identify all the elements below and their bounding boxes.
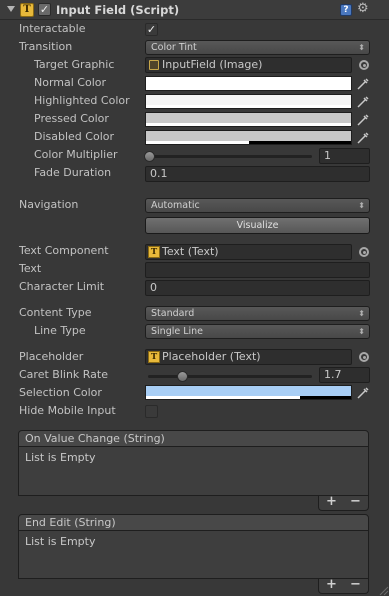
hide-mobile-input-label: Hide Mobile Input bbox=[19, 404, 116, 417]
interactable-checkbox[interactable]: ✓ bbox=[145, 23, 158, 36]
caret-blink-rate-slider-track[interactable] bbox=[148, 375, 312, 378]
alpha-bar bbox=[146, 87, 351, 90]
text-component-value: Text (Text) bbox=[162, 245, 219, 258]
navigation-dropdown[interactable]: Automatic ⬍ bbox=[145, 198, 370, 213]
character-limit-label: Character Limit bbox=[19, 280, 105, 293]
visualize-button[interactable]: Visualize bbox=[145, 217, 370, 234]
selection-color-label: Selection Color bbox=[19, 386, 102, 399]
dropdown-arrows-icon: ⬍ bbox=[358, 309, 365, 318]
fade-duration-label: Fade Duration bbox=[34, 166, 112, 179]
alpha-bar bbox=[146, 105, 351, 108]
script-icon: T bbox=[20, 3, 34, 17]
text-component-icon: T bbox=[148, 351, 160, 363]
dropdown-arrows-icon: ⬍ bbox=[358, 43, 365, 52]
character-limit-input[interactable]: 0 bbox=[145, 280, 370, 296]
eyedropper-icon[interactable] bbox=[356, 386, 370, 400]
transition-label: Transition bbox=[19, 40, 73, 53]
placeholder-value: Placeholder (Text) bbox=[162, 350, 261, 363]
end-edit-event-footer: + − bbox=[318, 577, 369, 594]
caret-blink-rate-label: Caret Blink Rate bbox=[19, 368, 108, 381]
text-input[interactable] bbox=[145, 262, 370, 278]
normal-color-field[interactable] bbox=[145, 76, 352, 91]
content-type-label: Content Type bbox=[19, 306, 92, 319]
color-multiplier-slider-thumb[interactable] bbox=[144, 151, 155, 162]
disabled-color-label: Disabled Color bbox=[34, 130, 115, 143]
alpha-bar bbox=[146, 396, 300, 399]
disabled-color-field[interactable] bbox=[145, 130, 352, 145]
foldout-triangle-icon[interactable] bbox=[7, 6, 15, 12]
object-picker-icon[interactable] bbox=[359, 247, 369, 257]
end-edit-event-list: List is Empty bbox=[18, 531, 369, 579]
component-header: T ✓ Input Field (Script) ? ⚙ bbox=[0, 0, 389, 20]
text-component-field[interactable]: T Text (Text) bbox=[145, 244, 352, 260]
on-value-change-event-list: List is Empty bbox=[18, 447, 369, 496]
pressed-color-field[interactable] bbox=[145, 112, 352, 127]
remove-listener-button[interactable]: − bbox=[350, 577, 361, 592]
content-type-value: Standard bbox=[151, 308, 195, 319]
content-type-dropdown[interactable]: Standard ⬍ bbox=[145, 306, 370, 321]
dropdown-arrows-icon: ⬍ bbox=[358, 327, 365, 336]
text-label: Text bbox=[19, 262, 42, 275]
text-component-label: Text Component bbox=[19, 244, 109, 257]
color-multiplier-input[interactable]: 1 bbox=[319, 148, 370, 164]
color-multiplier-slider-track[interactable] bbox=[148, 155, 312, 158]
pressed-color-label: Pressed Color bbox=[34, 112, 109, 125]
on-value-change-event-footer: + − bbox=[318, 494, 369, 511]
component-title: Input Field (Script) bbox=[56, 3, 180, 17]
alpha-bar bbox=[146, 123, 351, 126]
line-type-label: Line Type bbox=[34, 324, 86, 337]
gear-icon[interactable]: ⚙ bbox=[357, 2, 369, 16]
highlighted-color-field[interactable] bbox=[145, 94, 352, 109]
component-enabled-checkbox[interactable]: ✓ bbox=[38, 3, 51, 16]
on-value-change-event-header: On Value Change (String) bbox=[18, 430, 369, 447]
color-multiplier-label: Color Multiplier bbox=[34, 148, 118, 161]
normal-color-label: Normal Color bbox=[34, 76, 107, 89]
target-graphic-field[interactable]: InputField (Image) bbox=[145, 57, 352, 73]
dropdown-arrows-icon: ⬍ bbox=[358, 201, 365, 210]
object-picker-icon[interactable] bbox=[359, 352, 369, 362]
text-component-icon: T bbox=[148, 246, 160, 258]
highlighted-color-label: Highlighted Color bbox=[34, 94, 130, 107]
remove-listener-button[interactable]: − bbox=[350, 494, 361, 509]
line-type-dropdown[interactable]: Single Line ⬍ bbox=[145, 324, 370, 339]
placeholder-field[interactable]: T Placeholder (Text) bbox=[145, 349, 352, 365]
add-listener-button[interactable]: + bbox=[326, 577, 337, 592]
eyedropper-icon[interactable] bbox=[356, 77, 370, 91]
fade-duration-input[interactable]: 0.1 bbox=[145, 166, 370, 182]
navigation-label: Navigation bbox=[19, 198, 79, 211]
target-graphic-value: InputField (Image) bbox=[162, 58, 263, 71]
interactable-label: Interactable bbox=[19, 22, 86, 35]
object-picker-icon[interactable] bbox=[359, 60, 369, 70]
transition-value: Color Tint bbox=[151, 42, 197, 53]
hide-mobile-input-checkbox[interactable] bbox=[145, 405, 158, 418]
image-component-icon bbox=[149, 60, 159, 70]
resize-grip-icon[interactable] bbox=[377, 584, 389, 596]
selection-color-field[interactable] bbox=[145, 385, 352, 400]
eyedropper-icon[interactable] bbox=[356, 95, 370, 109]
alpha-bar bbox=[146, 141, 249, 144]
transition-dropdown[interactable]: Color Tint ⬍ bbox=[145, 40, 370, 55]
add-listener-button[interactable]: + bbox=[326, 494, 337, 509]
caret-blink-rate-slider-thumb[interactable] bbox=[176, 371, 188, 382]
line-type-value: Single Line bbox=[151, 326, 204, 337]
end-edit-event-header: End Edit (String) bbox=[18, 514, 369, 531]
help-icon[interactable]: ? bbox=[340, 4, 352, 16]
eyedropper-icon[interactable] bbox=[356, 113, 370, 127]
eyedropper-icon[interactable] bbox=[356, 131, 370, 145]
placeholder-label: Placeholder bbox=[19, 350, 84, 363]
navigation-value: Automatic bbox=[151, 200, 200, 211]
target-graphic-label: Target Graphic bbox=[34, 58, 115, 71]
caret-blink-rate-input[interactable]: 1.7 bbox=[319, 367, 370, 383]
